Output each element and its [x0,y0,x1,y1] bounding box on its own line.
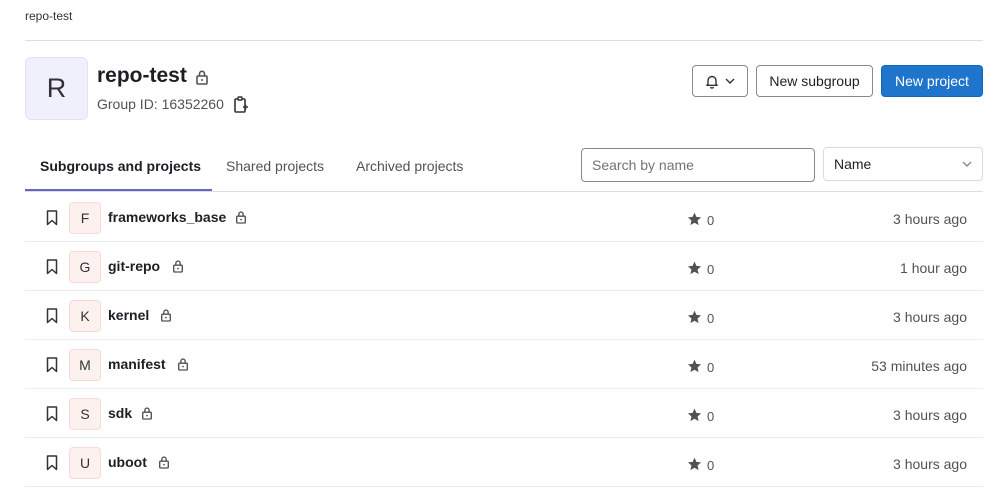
lock-icon [173,260,183,273]
star-icon [687,261,702,275]
sort-dropdown[interactable]: Name [823,147,983,181]
lock-icon [159,456,169,469]
header-divider [25,40,983,41]
project-avatar: U [69,447,101,479]
notifications-dropdown[interactable] [692,65,748,97]
star-count: 0 [707,213,715,228]
project-row[interactable]: F frameworks_base 0 3 hours ago [25,193,983,242]
breadcrumb[interactable]: repo-test [25,9,72,23]
project-avatar: S [69,398,101,430]
new-project-button[interactable]: New project [881,65,983,97]
new-subgroup-button[interactable]: New subgroup [756,65,873,97]
project-row[interactable]: S sdk 0 3 hours ago [25,389,983,438]
project-avatar: F [69,202,101,234]
lock-icon [161,309,171,322]
bookmark-icon[interactable] [46,308,58,324]
bookmark-icon[interactable] [46,259,58,275]
chevron-down-icon [962,161,972,167]
project-name[interactable]: frameworks_base [108,209,226,225]
last-updated: 53 minutes ago [871,358,967,374]
last-updated: 3 hours ago [893,407,967,423]
star-icon [687,212,702,226]
chevron-down-icon [725,78,735,84]
bookmark-icon[interactable] [46,406,58,422]
last-updated: 1 hour ago [900,260,967,276]
project-name[interactable]: manifest [108,356,166,372]
group-id: Group ID: 16352260 [97,96,224,112]
lock-icon [142,407,152,420]
tab-shared-projects[interactable]: Shared projects [226,158,324,174]
star-icon [687,359,702,373]
star-icon [687,457,702,471]
star-icon [687,310,702,324]
star-icon [687,408,702,422]
bell-icon [706,75,718,89]
lock-icon [178,358,188,371]
page-title: repo-test [97,64,187,87]
project-row[interactable]: K kernel 0 3 hours ago [25,291,983,340]
lock-icon [236,211,246,224]
bookmark-icon[interactable] [46,357,58,373]
bookmark-icon[interactable] [46,455,58,471]
project-name[interactable]: sdk [108,405,132,421]
star-count: 0 [707,311,715,326]
search-input[interactable] [581,148,815,182]
project-name[interactable]: uboot [108,454,147,470]
bookmark-icon[interactable] [46,210,58,226]
project-avatar: K [69,300,101,332]
last-updated: 3 hours ago [893,456,967,472]
copy-icon[interactable] [233,96,249,114]
star-count: 0 [707,262,715,277]
project-name[interactable]: git-repo [108,258,160,274]
project-avatar: G [69,251,101,283]
last-updated: 3 hours ago [893,309,967,325]
project-name[interactable]: kernel [108,307,149,323]
tab-archived-projects[interactable]: Archived projects [356,158,463,174]
group-avatar: R [25,57,88,120]
lock-icon [196,70,208,85]
star-count: 0 [707,409,715,424]
project-row[interactable]: U uboot 0 3 hours ago [25,438,983,487]
last-updated: 3 hours ago [893,211,967,227]
sort-selected-label: Name [834,156,872,172]
project-row[interactable]: M manifest 0 53 minutes ago [25,340,983,389]
star-count: 0 [707,360,715,375]
star-count: 0 [707,458,715,473]
tabs-divider [25,191,983,192]
project-avatar: M [69,349,101,381]
project-row[interactable]: G git-repo 0 1 hour ago [25,242,983,291]
tab-subgroups-and-projects[interactable]: Subgroups and projects [40,158,201,174]
